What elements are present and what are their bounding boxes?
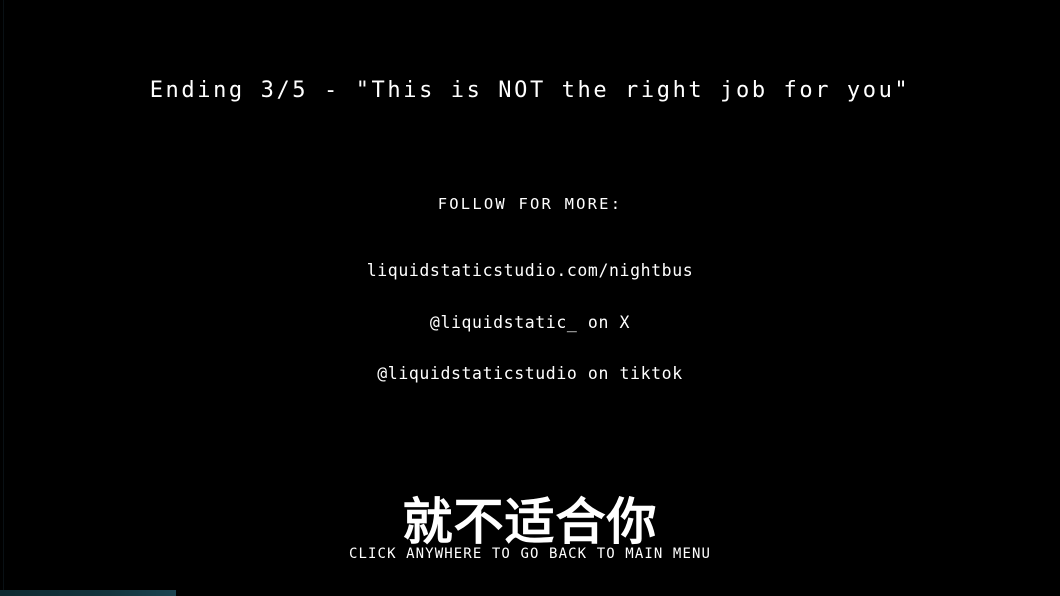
game-ending-screen[interactable]: Ending 3/5 - "This is NOT the right job … [0,0,1060,596]
ending-title: Ending 3/5 - "This is NOT the right job … [149,78,911,103]
x-handle-link[interactable]: @liquidstatic_ on X [0,313,1060,332]
website-link[interactable]: liquidstaticstudio.com/nightbus [0,261,1060,280]
ending-cjk-stamp: 就不适合你 [402,493,658,551]
bottom-progress-track [0,590,1060,596]
tiktok-handle-link[interactable]: @liquidstaticstudio on tiktok [0,364,1060,383]
follow-for-more-heading: FOLLOW FOR MORE: [437,195,623,213]
click-anywhere-prompt[interactable]: CLICK ANYWHERE TO GO BACK TO MAIN MENU [0,546,1060,562]
bottom-progress-fill [0,590,176,596]
